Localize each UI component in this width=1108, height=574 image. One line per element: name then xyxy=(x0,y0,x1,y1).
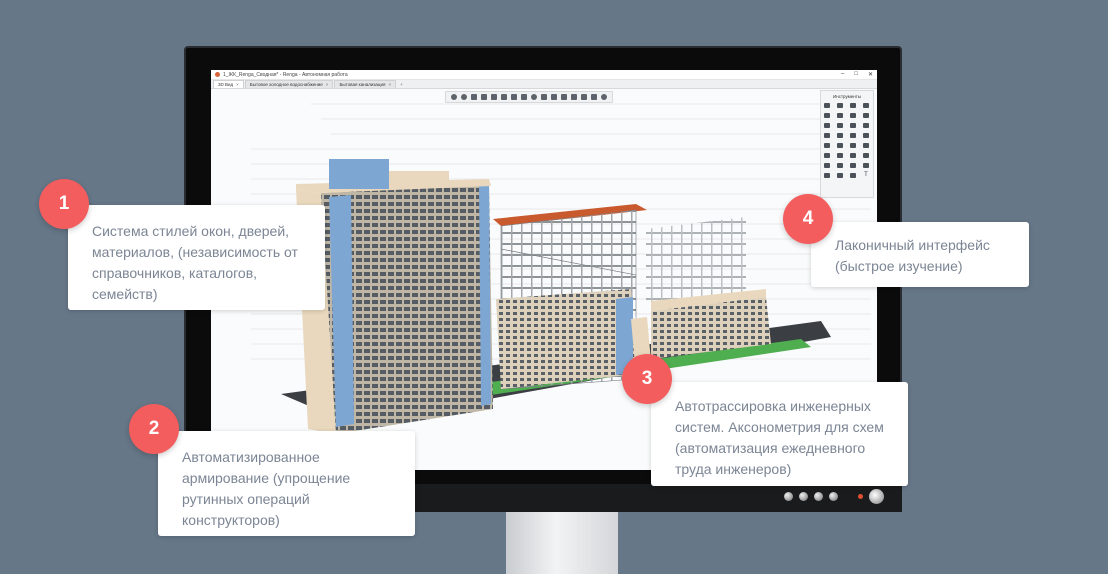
line-tool-icon[interactable] xyxy=(836,131,845,139)
tab-3d-view[interactable]: 3D Вид × xyxy=(213,80,244,88)
floor-tool-icon[interactable] xyxy=(823,111,832,119)
wall-tool-icon[interactable] xyxy=(836,101,845,109)
cable-tool-icon[interactable] xyxy=(836,151,845,159)
fitting-tool-icon[interactable] xyxy=(836,141,845,149)
door-tool-icon[interactable] xyxy=(862,111,871,119)
power-led-icon xyxy=(858,494,863,499)
assembly-tool-icon[interactable] xyxy=(862,161,871,169)
arc-tool-icon[interactable] xyxy=(849,171,858,179)
cut-icon[interactable] xyxy=(541,94,547,100)
beam-tool-icon[interactable] xyxy=(862,101,871,109)
window-controls: – □ ✕ xyxy=(841,71,873,78)
monitor-stand xyxy=(506,503,618,574)
measure-icon[interactable] xyxy=(531,94,537,100)
tools-grid: T xyxy=(823,101,871,179)
tab-label: Бытовое холодное водоснабжение xyxy=(249,82,323,87)
callout-1: Система стилей окон, дверей, материалов,… xyxy=(68,205,325,310)
duct-tool-icon[interactable] xyxy=(862,131,871,139)
section-icon[interactable] xyxy=(501,94,507,100)
callout-text: Автоматизированное армирование (упрощени… xyxy=(182,449,351,528)
wrench-icon[interactable] xyxy=(591,94,597,100)
monitor-button-icon xyxy=(814,492,823,501)
close-icon[interactable]: × xyxy=(388,82,391,87)
monitor-button-icon xyxy=(829,492,838,501)
copy-icon[interactable] xyxy=(551,94,557,100)
axis-tool-icon[interactable] xyxy=(849,151,858,159)
undo-icon[interactable] xyxy=(451,94,457,100)
monitor-buttons xyxy=(784,489,884,504)
opening-tool-icon[interactable] xyxy=(862,121,871,129)
room-tool-icon[interactable] xyxy=(823,131,832,139)
roof-tool-icon[interactable] xyxy=(836,111,845,119)
rebar-tool-icon[interactable] xyxy=(849,141,858,149)
tab-bar: 3D Вид × Бытовое холодное водоснабжение × … xyxy=(211,80,877,89)
visibility-icon[interactable] xyxy=(511,94,517,100)
hatch-tool-icon[interactable] xyxy=(836,161,845,169)
layers-icon[interactable] xyxy=(481,94,487,100)
callout-badge-1: 1 xyxy=(39,179,89,229)
window-title: 1_ЖК_Renga_Сводная* - Renga - Автономная… xyxy=(223,71,348,78)
callout-text: Система стилей окон, дверей, материалов,… xyxy=(92,223,298,302)
callout-badge-3: 3 xyxy=(622,354,672,404)
paste-icon[interactable] xyxy=(561,94,567,100)
close-icon[interactable]: × xyxy=(236,82,239,87)
select-tool-icon[interactable] xyxy=(823,101,832,109)
group-icon[interactable] xyxy=(571,94,577,100)
lamp-tool-icon[interactable] xyxy=(823,151,832,159)
element-tool-icon[interactable] xyxy=(849,161,858,169)
tab-label: Бытовая канализация xyxy=(339,82,386,87)
callout-2: Автоматизированное армирование (упрощени… xyxy=(158,431,415,536)
settings-icon[interactable] xyxy=(581,94,587,100)
ramp-tool-icon[interactable] xyxy=(836,121,845,129)
power-button-icon xyxy=(869,489,884,504)
callout-4: Лаконичный интерфейс (быстрое изучение) xyxy=(811,222,1029,287)
callout-badge-4: 4 xyxy=(783,194,833,244)
equipment-tool-icon[interactable] xyxy=(823,141,832,149)
text-tool-icon[interactable]: T xyxy=(862,171,871,179)
tab-sewage[interactable]: Бытовая канализация × xyxy=(334,80,397,88)
callout-text: Автотрассировка инженерных систем. Аксон… xyxy=(675,398,884,477)
monitor-button-icon xyxy=(799,492,808,501)
column-tool-icon[interactable] xyxy=(849,101,858,109)
foundation-tool-icon[interactable] xyxy=(862,141,871,149)
maximize-button[interactable]: □ xyxy=(854,71,858,78)
close-button[interactable]: ✕ xyxy=(868,71,873,78)
stair-tool-icon[interactable] xyxy=(823,121,832,129)
railing-tool-icon[interactable] xyxy=(849,121,858,129)
callout-badge-2: 2 xyxy=(129,404,179,454)
close-icon[interactable]: × xyxy=(326,82,329,87)
window-tool-icon[interactable] xyxy=(849,111,858,119)
minimize-button[interactable]: – xyxy=(841,71,844,78)
tab-label: 3D Вид xyxy=(218,82,234,87)
tab-cold-water[interactable]: Бытовое холодное водоснабжение × xyxy=(244,80,334,88)
camera-icon[interactable] xyxy=(491,94,497,100)
dimension-tool-icon[interactable] xyxy=(823,161,832,169)
tools-panel: Инструменты T xyxy=(820,90,874,198)
add-tab-button[interactable]: + xyxy=(397,81,406,88)
redo-icon[interactable] xyxy=(461,94,467,100)
renga-logo-icon xyxy=(215,72,220,77)
monitor-button-icon xyxy=(784,492,793,501)
level-tool-icon[interactable] xyxy=(862,151,871,159)
main-toolbar xyxy=(445,91,613,103)
callout-text: Лаконичный интерфейс (быстрое изучение) xyxy=(835,237,990,274)
callout-3: Автотрассировка инженерных систем. Аксон… xyxy=(651,382,908,486)
symbol-tool-icon[interactable] xyxy=(823,171,832,179)
tools-panel-title: Инструменты xyxy=(832,94,862,99)
print-icon[interactable] xyxy=(521,94,527,100)
grid-tool-icon[interactable] xyxy=(836,171,845,179)
pipe-tool-icon[interactable] xyxy=(849,131,858,139)
view-icon[interactable] xyxy=(471,94,477,100)
help-icon[interactable] xyxy=(601,94,607,100)
title-bar: 1_ЖК_Renga_Сводная* - Renga - Автономная… xyxy=(211,70,877,80)
